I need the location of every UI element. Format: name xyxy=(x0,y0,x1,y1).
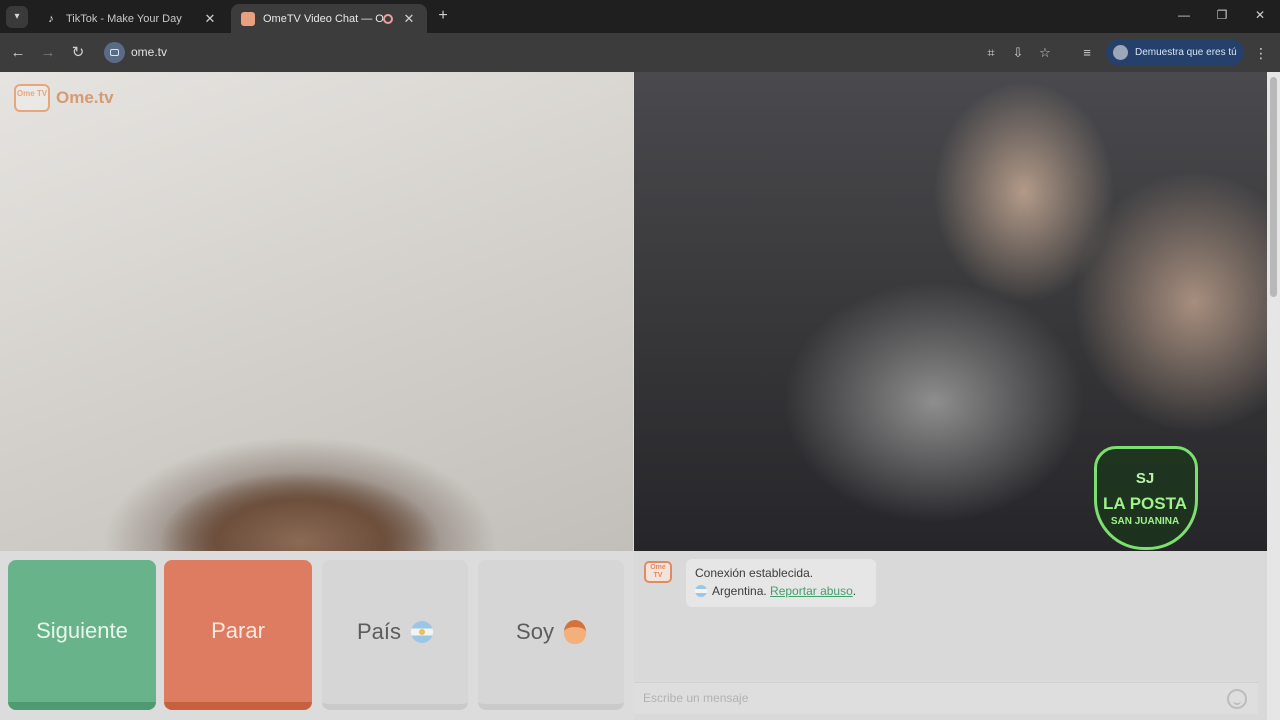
chat-panel: Ome TV Conexión establecida. Argentina. … xyxy=(634,551,1267,720)
argentina-flag-icon xyxy=(695,585,707,597)
badge-main-text: LA POSTA xyxy=(1102,494,1188,513)
ometv-page: Ome TV Ome.tv SJ LA POSTA SAN JUANINA Si… xyxy=(0,72,1280,720)
recording-indicator-icon xyxy=(383,13,393,24)
streamer-overlay-badge: SJ LA POSTA SAN JUANINA xyxy=(1086,442,1204,550)
system-message: Conexión establecida. Argentina. Reporta… xyxy=(686,559,876,607)
boy-emoji-icon xyxy=(563,620,586,644)
address-bar[interactable]: ome.tv xyxy=(100,38,1100,67)
reading-list-icon[interactable]: ≡ xyxy=(1077,43,1097,63)
minimize-icon[interactable]: — xyxy=(1174,8,1194,22)
chat-message-input[interactable] xyxy=(643,691,1203,705)
stop-button-label: Parar xyxy=(211,618,265,643)
badge-sub-text: SAN JUANINA xyxy=(1110,516,1180,527)
chat-input-bar xyxy=(634,682,1258,714)
close-window-icon[interactable]: ✕ xyxy=(1250,8,1270,22)
restore-window-icon[interactable]: ❐ xyxy=(1212,8,1232,22)
partner-country-text: Argentina. xyxy=(712,584,767,598)
page-scrollbar[interactable] xyxy=(1267,72,1280,720)
tab-ometv[interactable]: OmeTV Video Chat — Ome ✕ xyxy=(231,4,427,33)
badge-top-text: SJ xyxy=(1135,470,1155,487)
local-video-feed: Ome TV Ome.tv xyxy=(0,72,633,551)
profile-label: Demuestra que eres tú xyxy=(1135,47,1237,58)
tab-tiktok[interactable]: ♪ TikTok - Make Your Day ✕ xyxy=(34,4,228,33)
url-text: ome.tv xyxy=(131,45,168,59)
browser-tab-strip: ▾ ♪ TikTok - Make Your Day ✕ OmeTV Video… xyxy=(0,0,1280,33)
avatar xyxy=(1113,45,1128,60)
tv-logo-icon: Ome TV xyxy=(14,84,50,112)
emoji-picker-icon[interactable] xyxy=(1227,689,1247,709)
camera-permission-icon[interactable] xyxy=(104,42,125,63)
tab-search-chevron-icon[interactable]: ▾ xyxy=(6,6,28,28)
browser-menu-icon[interactable]: ⋮ xyxy=(1254,43,1268,63)
browser-toolbar: ← → ↻ ome.tv ⌗ ⇩ ☆ ≡ Demuestra que eres … xyxy=(0,33,1280,72)
logo-text: Ome.tv xyxy=(56,88,114,107)
report-suffix: . xyxy=(852,584,857,598)
stop-button[interactable]: Parar xyxy=(164,560,312,710)
install-app-icon[interactable]: ⇩ xyxy=(1008,43,1028,63)
country-button-label: País xyxy=(356,619,402,644)
argentina-flag-icon xyxy=(411,621,434,643)
chat-ometv-logo-icon: Ome TV xyxy=(644,561,672,583)
scrollbar-thumb[interactable] xyxy=(1270,77,1277,297)
tiktok-favicon-icon: ♪ xyxy=(48,12,54,25)
country-filter-button[interactable]: País xyxy=(322,560,468,710)
tab-title: TikTok - Make Your Day xyxy=(66,12,182,25)
back-arrow-icon[interactable]: ← xyxy=(8,43,28,63)
tab-close-icon[interactable]: ✕ xyxy=(202,11,218,27)
report-abuse-link[interactable]: Reportar abuso xyxy=(770,584,853,598)
connection-status-text: Conexión establecida. xyxy=(695,566,814,580)
reload-icon[interactable]: ↻ xyxy=(68,43,88,63)
ometv-logo[interactable]: Ome TV Ome.tv xyxy=(14,84,114,112)
tab-title: OmeTV Video Chat — Ome xyxy=(263,12,383,25)
gender-button-label: Soy xyxy=(516,619,554,644)
gender-select-button[interactable]: Soy xyxy=(478,560,624,710)
tab-close-icon[interactable]: ✕ xyxy=(401,11,417,27)
next-button-label: Siguiente xyxy=(36,618,128,643)
translate-icon[interactable]: ⌗ xyxy=(981,43,1001,63)
next-button[interactable]: Siguiente xyxy=(8,560,156,710)
profile-chip[interactable]: Demuestra que eres tú xyxy=(1106,39,1244,66)
ometv-favicon-icon xyxy=(241,11,255,26)
forward-arrow-icon[interactable]: → xyxy=(38,43,58,63)
remote-video-feed: SJ LA POSTA SAN JUANINA xyxy=(634,72,1267,551)
bookmark-star-icon[interactable]: ☆ xyxy=(1035,43,1055,63)
new-tab-plus-icon[interactable]: + xyxy=(434,7,452,25)
